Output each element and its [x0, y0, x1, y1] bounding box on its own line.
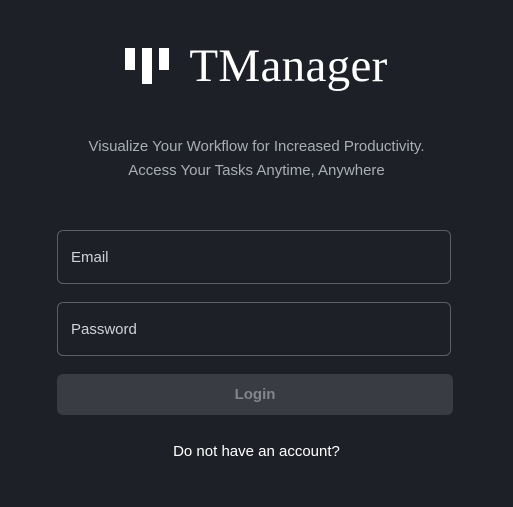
email-field[interactable] — [57, 230, 451, 284]
password-field[interactable] — [57, 302, 451, 356]
tagline-line-2: Access Your Tasks Anytime, Anywhere — [128, 162, 385, 179]
login-button[interactable]: Login — [57, 374, 453, 415]
brand-name: TManager — [189, 40, 388, 92]
tmanager-logo-icon — [125, 48, 170, 84]
tagline: Visualize Your Workflow for Increased Pr… — [0, 135, 513, 183]
tagline-line-1: Visualize Your Workflow for Increased Pr… — [88, 138, 425, 155]
signup-link[interactable]: Do not have an account? — [0, 443, 513, 461]
brand-header: TManager — [0, 38, 513, 94]
